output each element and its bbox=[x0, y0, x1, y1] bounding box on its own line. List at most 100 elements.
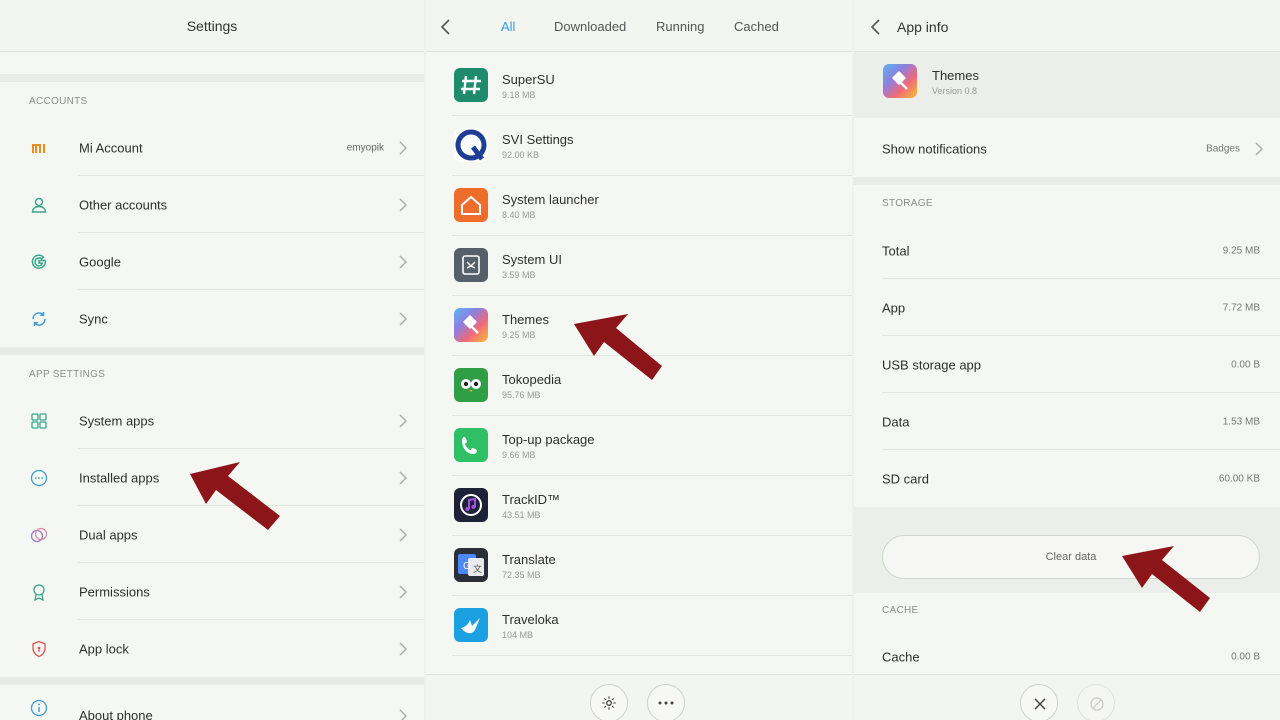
tab-all[interactable]: All bbox=[501, 19, 515, 34]
settings-item-permissions[interactable]: Permissions bbox=[0, 563, 424, 620]
app-size: 95.76 MB bbox=[502, 390, 541, 400]
tab-cached[interactable]: Cached bbox=[734, 19, 779, 34]
system-ui-icon bbox=[454, 248, 488, 282]
storage-value: 0.00 B bbox=[1231, 359, 1260, 370]
back-arrow-icon[interactable] bbox=[440, 18, 452, 36]
settings-item-app-lock[interactable]: App lock bbox=[0, 620, 424, 677]
settings-item-label: App lock bbox=[79, 641, 129, 656]
more-circle-icon bbox=[29, 468, 49, 488]
app-size: 9.18 MB bbox=[502, 90, 536, 100]
svg-text:G: G bbox=[463, 561, 471, 572]
home-icon bbox=[454, 188, 488, 222]
storage-row-usb: USB storage app 0.00 B bbox=[854, 336, 1280, 393]
settings-item-label: System apps bbox=[79, 413, 155, 428]
more-options-button[interactable] bbox=[647, 684, 685, 720]
chevron-right-icon bbox=[399, 312, 407, 325]
app-name: SVI Settings bbox=[502, 132, 574, 147]
settings-item-label: Google bbox=[79, 254, 121, 269]
red-arrow-annotation bbox=[1122, 546, 1210, 612]
app-name: Traveloka bbox=[502, 612, 559, 627]
app-list-item-system-ui[interactable]: System UI 3.59 MB bbox=[426, 236, 852, 296]
apps-list-panel: All Downloaded Running Cached SuperSU 9.… bbox=[426, 0, 852, 720]
traveloka-bird-icon bbox=[454, 608, 488, 642]
chevron-right-icon bbox=[399, 585, 407, 598]
app-name: Top-up package bbox=[502, 432, 595, 447]
app-size: 43.51 MB bbox=[502, 510, 541, 520]
section-label-cache: CACHE bbox=[882, 605, 919, 616]
grid-icon bbox=[29, 411, 49, 431]
section-divider bbox=[0, 347, 424, 355]
more-dots-icon bbox=[658, 701, 674, 705]
app-list-item-system-launcher[interactable]: System launcher 8.40 MB bbox=[426, 176, 852, 236]
force-stop-button[interactable] bbox=[1020, 684, 1058, 720]
mi-logo-icon bbox=[29, 138, 49, 158]
app-list-item-top-up-package[interactable]: Top-up package 9.66 MB bbox=[426, 416, 852, 476]
themes-paintbrush-icon bbox=[454, 308, 488, 342]
disable-button[interactable] bbox=[1077, 684, 1115, 720]
translate-icon: G文 bbox=[454, 548, 488, 582]
settings-item-label: Sync bbox=[79, 311, 108, 326]
account-name-value: emyopik bbox=[346, 142, 384, 153]
google-g-icon bbox=[29, 252, 49, 272]
app-info-summary: Themes Version 0.8 bbox=[854, 52, 1280, 118]
app-list-item-supersu[interactable]: SuperSU 9.18 MB bbox=[426, 56, 852, 116]
chevron-right-icon bbox=[399, 528, 407, 541]
settings-panel: Settings ACCOUNTS Mi Account emyopik Oth… bbox=[0, 0, 424, 720]
red-arrow-annotation bbox=[190, 462, 280, 530]
cache-label: Cache bbox=[882, 649, 920, 664]
trackid-music-icon bbox=[454, 488, 488, 522]
app-name: Translate bbox=[502, 552, 556, 567]
app-size: 72.35 MB bbox=[502, 570, 541, 580]
storage-row-sd-card: SD card 60.00 KB bbox=[854, 450, 1280, 507]
app-list-item-translate[interactable]: G文 Translate 72.35 MB bbox=[426, 536, 852, 596]
sync-icon bbox=[29, 309, 49, 329]
app-list-item-svi-settings[interactable]: SVI Settings 92.00 KB bbox=[426, 116, 852, 176]
app-info-panel: App info Themes Version 0.8 Show notific… bbox=[854, 0, 1280, 720]
settings-item-label: Mi Account bbox=[79, 140, 143, 155]
storage-label: USB storage app bbox=[882, 357, 982, 372]
app-info-header: App info bbox=[854, 0, 1280, 52]
settings-item-about-phone[interactable]: About phone bbox=[0, 690, 424, 720]
chevron-right-icon bbox=[399, 642, 407, 655]
app-size: 8.40 MB bbox=[502, 210, 536, 220]
tokopedia-owl-icon bbox=[454, 368, 488, 402]
shield-icon bbox=[29, 639, 49, 659]
app-name: Tokopedia bbox=[502, 372, 562, 387]
app-size: 104 MB bbox=[502, 630, 534, 640]
section-label-accounts: ACCOUNTS bbox=[29, 96, 88, 107]
badge-icon bbox=[29, 582, 49, 602]
app-list-item-trackid[interactable]: TrackID™ 43.51 MB bbox=[426, 476, 852, 536]
app-name: Themes bbox=[502, 312, 549, 327]
section-divider bbox=[0, 74, 424, 82]
settings-item-label: Installed apps bbox=[79, 470, 160, 485]
close-icon bbox=[1034, 698, 1046, 710]
settings-item-sync[interactable]: Sync bbox=[0, 290, 424, 347]
chevron-right-icon bbox=[1255, 142, 1263, 155]
section-label-app-settings: APP SETTINGS bbox=[29, 369, 106, 380]
show-notifications-row[interactable]: Show notifications Badges bbox=[854, 120, 1280, 177]
svg-text:文: 文 bbox=[473, 563, 482, 574]
storage-label: Total bbox=[882, 243, 910, 258]
app-size: 92.00 KB bbox=[502, 150, 540, 160]
settings-item-google[interactable]: Google bbox=[0, 233, 424, 290]
settings-header: Settings bbox=[0, 0, 424, 52]
settings-item-label: Dual apps bbox=[79, 527, 138, 542]
section-divider bbox=[854, 177, 1280, 185]
person-icon bbox=[29, 195, 49, 215]
storage-value: 7.72 MB bbox=[1222, 302, 1260, 313]
storage-label: SD card bbox=[882, 471, 929, 486]
settings-item-system-apps[interactable]: System apps bbox=[0, 392, 424, 449]
chevron-right-icon bbox=[399, 471, 407, 484]
chevron-right-icon bbox=[399, 414, 407, 427]
settings-gear-button[interactable] bbox=[590, 684, 628, 720]
back-arrow-icon[interactable] bbox=[870, 18, 882, 36]
storage-value: 60.00 KB bbox=[1218, 473, 1260, 484]
tab-running[interactable]: Running bbox=[656, 19, 704, 34]
tab-downloaded[interactable]: Downloaded bbox=[554, 19, 626, 34]
themes-paintbrush-icon bbox=[883, 64, 917, 98]
app-list-item-traveloka[interactable]: Traveloka 104 MB bbox=[426, 596, 852, 656]
settings-item-other-accounts[interactable]: Other accounts bbox=[0, 176, 424, 233]
app-size: 9.66 MB bbox=[502, 450, 536, 460]
settings-item-mi-account[interactable]: Mi Account emyopik bbox=[0, 119, 424, 176]
app-info-bottom-bar bbox=[854, 674, 1280, 720]
